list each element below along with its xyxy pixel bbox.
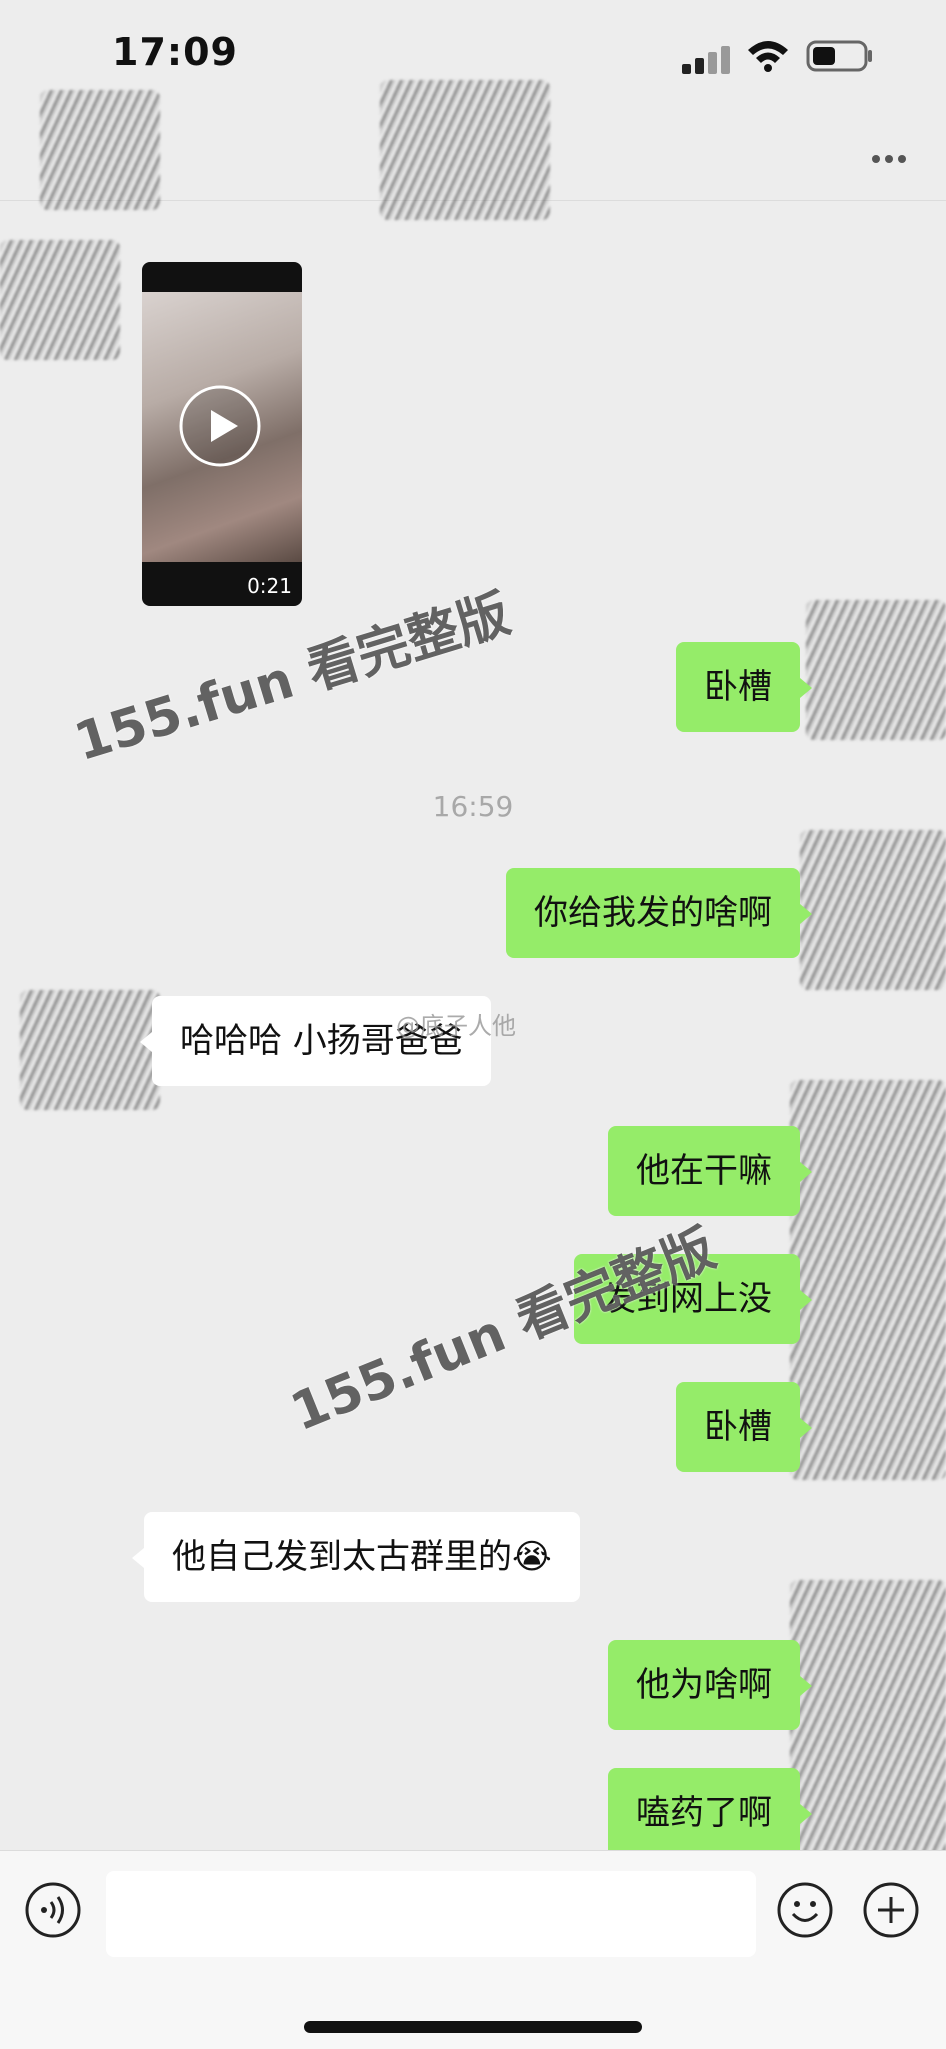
video-duration: 0:21 bbox=[247, 574, 292, 598]
status-time: 17:09 bbox=[112, 30, 238, 74]
play-icon[interactable] bbox=[178, 384, 262, 468]
message-input[interactable] bbox=[106, 1871, 756, 1957]
message-text: 你给我发的啥啊 bbox=[534, 893, 772, 933]
message-bubble-sent[interactable]: 卧槽 bbox=[676, 642, 812, 732]
message-bubble-sent[interactable]: 他为啥啊 bbox=[608, 1640, 812, 1730]
redaction-scribble bbox=[40, 90, 160, 210]
message-text: 他在干嘛 bbox=[636, 1151, 772, 1191]
message-timestamp: 16:59 bbox=[432, 790, 514, 823]
voice-icon[interactable] bbox=[24, 1881, 82, 1939]
redaction-scribble bbox=[0, 240, 120, 360]
redaction-scribble bbox=[800, 830, 946, 990]
redaction-scribble bbox=[790, 1080, 946, 1480]
wifi-icon bbox=[748, 41, 788, 72]
weibo-watermark: @底子人他 bbox=[396, 1012, 516, 1040]
message-bubble-sent[interactable]: 他在干嘛 bbox=[608, 1126, 812, 1216]
battery-icon bbox=[806, 40, 872, 72]
message-bubble-sent[interactable]: 你给我发的啥啊 bbox=[506, 868, 812, 958]
message-text: 他为啥啊 bbox=[636, 1665, 772, 1705]
redaction-scribble bbox=[806, 600, 946, 740]
video-message[interactable]: 0:21 bbox=[142, 262, 302, 606]
message-text: 卧槽 bbox=[704, 667, 772, 707]
message-bubble-received[interactable]: 他自己发到太古群里的😭 bbox=[132, 1512, 580, 1602]
plus-icon[interactable] bbox=[862, 1881, 920, 1939]
redaction-scribble bbox=[380, 80, 550, 220]
message-text: 卧槽 bbox=[704, 1407, 772, 1447]
redaction-scribble bbox=[20, 990, 160, 1110]
signal-icon bbox=[682, 46, 730, 74]
emoji-icon[interactable] bbox=[776, 1881, 834, 1939]
more-icon[interactable] bbox=[872, 148, 916, 163]
home-indicator[interactable] bbox=[304, 2021, 642, 2033]
redaction-scribble bbox=[790, 1580, 946, 1860]
input-bar bbox=[0, 1850, 946, 2049]
message-text: 他自己发到太古群里的😭 bbox=[172, 1537, 552, 1577]
message-text: 嗑药了啊 bbox=[636, 1793, 772, 1833]
message-bubble-sent[interactable]: 卧槽 bbox=[676, 1382, 812, 1472]
message-bubble-sent[interactable]: 嗑药了啊 bbox=[608, 1768, 812, 1858]
